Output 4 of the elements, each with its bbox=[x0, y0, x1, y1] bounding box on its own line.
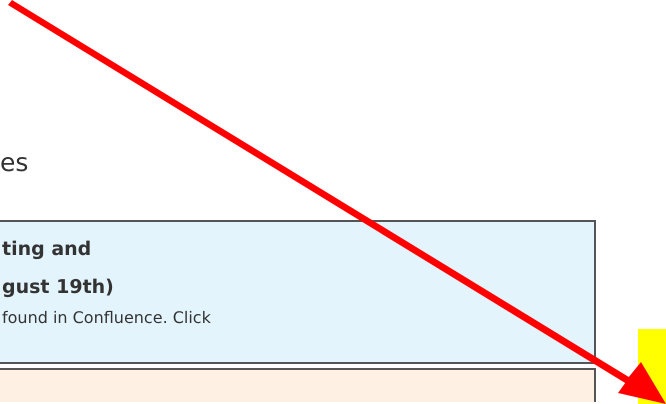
panel-text: found in Confluence. Click bbox=[2, 307, 211, 329]
page-heading: es bbox=[0, 147, 28, 179]
panel-title: gust 19th) bbox=[2, 275, 114, 300]
panel-title: ting and bbox=[2, 237, 92, 262]
